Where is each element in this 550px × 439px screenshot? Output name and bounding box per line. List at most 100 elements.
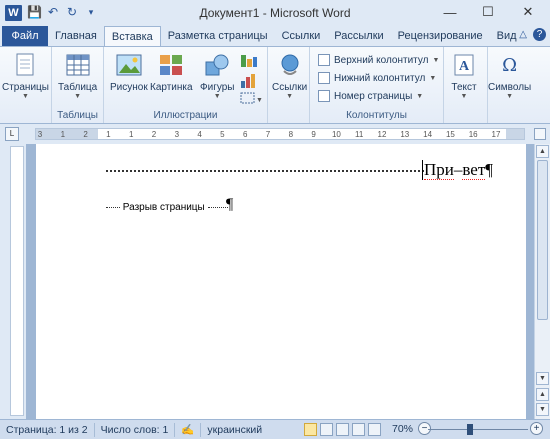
ruler-tick: 10 <box>331 130 341 139</box>
ruler-tick: 2 <box>83 130 88 139</box>
ribbon-tabs: Файл Главная Вставка Разметка страницы С… <box>0 26 550 46</box>
tab-review[interactable]: Рецензирование <box>391 26 490 46</box>
proofing-icon[interactable]: ✍ <box>175 423 200 436</box>
picture-button[interactable]: Рисунок <box>110 51 148 93</box>
ruler-left-margin <box>36 129 98 139</box>
ruler-tick: 1 <box>128 130 134 139</box>
pages-button[interactable]: Страницы ▼ <box>2 51 49 100</box>
header-button[interactable]: Верхний колонтитул ▼ <box>318 52 439 68</box>
group-header-footer: Верхний колонтитул ▼ Нижний колонтитул ▼… <box>310 47 444 123</box>
table-button[interactable]: Таблица ▼ <box>58 51 97 100</box>
title-bar: W 💾 ↶ ↻ ▾ Документ1 - Microsoft Word — ☐… <box>0 0 550 26</box>
ruler-tick: 13 <box>400 130 410 139</box>
text-button[interactable]: A Текст ▼ <box>450 51 478 100</box>
shapes-button[interactable]: Фигуры ▼ <box>200 51 234 100</box>
chevron-down-icon: ▼ <box>22 93 29 100</box>
view-ruler-button[interactable] <box>534 128 546 140</box>
minimize-button[interactable]: — <box>430 0 470 24</box>
group-symbols: Ω Символы ▼ <box>488 47 548 123</box>
tab-home[interactable]: Главная <box>48 26 104 46</box>
links-button[interactable]: Ссылки ▼ <box>272 51 307 100</box>
ribbon-collapse-icon[interactable]: △ <box>519 29 527 40</box>
clipart-icon <box>157 51 185 79</box>
scroll-thumb[interactable] <box>537 160 548 320</box>
omega-icon: Ω <box>502 54 518 76</box>
links-label: Ссылки <box>272 82 308 93</box>
footer-label: Нижний колонтитул <box>334 72 426 84</box>
page-number-button[interactable]: Номер страницы ▼ <box>318 88 423 104</box>
smartart-icon[interactable] <box>240 53 258 69</box>
language[interactable]: украинский <box>201 424 268 436</box>
full-screen-view-icon[interactable] <box>320 423 333 436</box>
symbols-label: Символы <box>488 82 532 93</box>
table-label: Таблица <box>58 82 98 93</box>
symbols-button[interactable]: Ω Символы ▼ <box>488 51 532 101</box>
prev-page-icon[interactable]: ▲ <box>536 388 549 401</box>
chevron-down-icon: ▼ <box>416 92 424 100</box>
scroll-up-icon[interactable]: ▲ <box>536 145 549 158</box>
zoom-slider[interactable] <box>428 429 528 430</box>
next-page-icon[interactable]: ▼ <box>536 403 549 416</box>
close-button[interactable]: ✕ <box>508 0 548 24</box>
svg-text:▼: ▼ <box>256 97 262 104</box>
footer-button[interactable]: Нижний колонтитул ▼ <box>318 70 436 86</box>
chart-icon[interactable] <box>240 73 258 89</box>
ruler-right-margin <box>506 129 524 139</box>
footer-icon <box>318 72 330 84</box>
ruler-tick: 6 <box>242 130 248 139</box>
tab-selector[interactable]: L <box>5 127 19 141</box>
tables-group-label: Таблицы <box>57 110 98 121</box>
chevron-down-icon: ▼ <box>286 93 294 100</box>
ruler-tick: 15 <box>445 130 455 139</box>
ruler-tick: 7 <box>265 130 271 139</box>
page-break-marker[interactable]: Разрыв страницы <box>106 202 228 213</box>
page[interactable]: При–вет¶ Разрыв страницы ¶ <box>36 144 526 419</box>
document-word[interactable]: При–вет¶ <box>424 160 493 180</box>
maximize-button[interactable]: ☐ <box>468 0 508 24</box>
page-count[interactable]: Страница: 1 из 2 <box>0 424 94 436</box>
web-layout-view-icon[interactable] <box>336 423 349 436</box>
tab-insert[interactable]: Вставка <box>103 26 161 46</box>
clipart-button[interactable]: Картинка <box>150 51 193 93</box>
tab-file[interactable]: Файл <box>2 26 48 46</box>
pages-icon <box>11 51 39 79</box>
ruler-tick: 1 <box>60 130 66 139</box>
scroll-down-icon[interactable]: ▼ <box>536 372 549 385</box>
table-icon <box>64 51 92 79</box>
word-count[interactable]: Число слов: 1 <box>95 424 175 436</box>
watermark: user-life.com <box>380 400 506 420</box>
print-layout-view-icon[interactable] <box>304 423 317 436</box>
tab-page-layout[interactable]: Разметка страницы <box>161 26 275 46</box>
chevron-down-icon: ▼ <box>506 93 514 100</box>
zoom-in-button[interactable]: + <box>530 422 543 435</box>
screenshot-icon[interactable]: ▼ <box>240 91 263 105</box>
group-illustrations: Рисунок Картинка Фигуры ▼ ▼ Иллюстрации <box>104 47 268 123</box>
pages-label: Страницы <box>2 82 49 93</box>
help-icon[interactable]: ? <box>533 28 546 41</box>
ruler-tick: 17 <box>491 130 501 139</box>
horizontal-ruler[interactable]: 3 1 2 1 1 2 3 4 5 6 7 8 9 10 11 12 13 14 15 16 17 <box>35 128 525 140</box>
tab-references[interactable]: Ссылки <box>275 26 328 46</box>
vertical-ruler[interactable] <box>10 146 24 416</box>
ruler-row: L 3 1 2 1 1 2 3 4 5 6 7 8 9 10 11 12 13 14 15 16 17 <box>0 124 550 144</box>
draft-view-icon[interactable] <box>368 423 381 436</box>
vertical-scrollbar[interactable]: ▲ ▼ ▲ ▼ <box>534 144 550 419</box>
tab-mailings[interactable]: Рассылки <box>327 26 390 46</box>
ruler-tick: 5 <box>220 130 225 139</box>
ruler-tick: 8 <box>288 130 294 139</box>
header-label: Верхний колонтитул <box>334 54 429 66</box>
document-area: При–вет¶ Разрыв страницы ¶ <box>26 144 534 419</box>
zoom-level[interactable]: 70% <box>392 423 413 435</box>
group-links: Ссылки ▼ <box>268 47 310 123</box>
chevron-down-icon: ▼ <box>429 74 437 82</box>
chevron-down-icon: ▼ <box>432 56 440 64</box>
picture-icon <box>115 51 143 79</box>
pilcrow-mark: ¶ <box>485 160 493 179</box>
group-tables: Таблица ▼ Таблицы <box>52 47 104 123</box>
chevron-down-icon: ▼ <box>460 93 468 100</box>
ruler-tick: 11 <box>355 130 364 139</box>
links-icon <box>276 51 304 79</box>
outline-view-icon[interactable] <box>352 423 365 436</box>
zoom-slider-knob[interactable] <box>467 424 473 435</box>
shapes-label: Фигуры <box>200 82 235 93</box>
